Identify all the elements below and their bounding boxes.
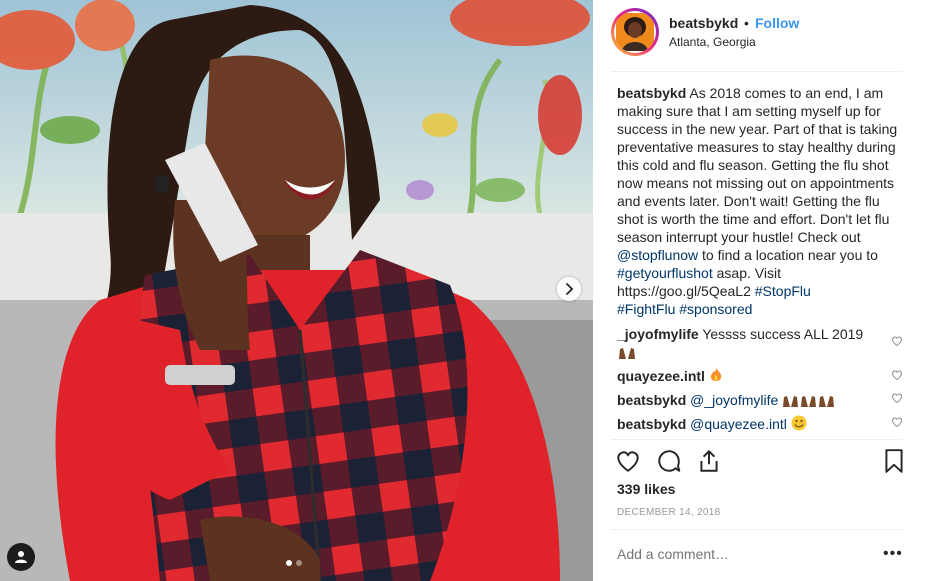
more-icon[interactable]: ••• (883, 545, 903, 563)
header-separator: • (744, 15, 749, 31)
post-caption: beatsbykd As 2018 comes to an end, I am … (617, 84, 909, 318)
follow-button[interactable]: Follow (755, 15, 799, 31)
caption-mention[interactable]: @stopflunow (617, 247, 698, 263)
post-author-username[interactable]: beatsbykd (669, 15, 738, 31)
heart-icon[interactable] (891, 416, 903, 428)
comment-mention[interactable]: @quayezee.intl (690, 416, 787, 432)
likes-count[interactable]: 339 likes (617, 481, 675, 497)
caption-text-1: As 2018 comes to an end, I am making sur… (617, 85, 898, 245)
chevron-right-icon (566, 283, 574, 295)
comment-username[interactable]: quayezee.intl (617, 368, 705, 384)
carousel-dot (296, 560, 302, 566)
post-actions (615, 448, 907, 476)
caption-hashtag-sponsored[interactable]: #sponsored (679, 301, 752, 317)
post-header: beatsbykd • Follow Atlanta, Georgia (611, 8, 903, 71)
carousel-dot-active (286, 560, 292, 566)
user-tag-icon (15, 551, 27, 563)
comment-text: Yessss success ALL 2019 (698, 326, 864, 342)
next-photo-button[interactable] (557, 277, 581, 301)
comment-mention[interactable]: @_joyofmylife (690, 392, 778, 408)
heart-icon[interactable] (891, 369, 903, 381)
post-details-panel: beatsbykd • Follow Atlanta, Georgia beat… (593, 0, 925, 581)
avatar-image (614, 11, 656, 53)
avatar[interactable] (611, 8, 659, 56)
comment-item: quayezee.intl (617, 367, 887, 385)
comment-username[interactable]: beatsbykd (617, 416, 686, 432)
header-divider (611, 71, 903, 72)
comment-username[interactable]: _joyofmylife (617, 326, 699, 342)
fire-emoji (710, 368, 722, 381)
comment-item: _joyofmylife Yessss success ALL 2019 (617, 325, 887, 361)
caption-hashtag-getyourflushot[interactable]: #getyourflushot (617, 265, 713, 281)
add-comment-input[interactable] (617, 546, 867, 562)
comment-username[interactable]: beatsbykd (617, 392, 686, 408)
comment-icon[interactable] (656, 448, 682, 474)
post-location[interactable]: Atlanta, Georgia (669, 35, 756, 49)
heart-icon[interactable] (615, 448, 641, 474)
raised-hands-emoji (619, 348, 635, 359)
photo-scene (0, 0, 593, 581)
comments-divider (611, 439, 903, 440)
comment-item: beatsbykd @quayezee.intl (617, 415, 887, 433)
heart-icon[interactable] (891, 392, 903, 404)
carousel-indicator (286, 560, 302, 566)
caption-username[interactable]: beatsbykd (617, 85, 686, 101)
raised-hands-emoji-x3 (783, 396, 835, 407)
heart-icon[interactable] (891, 335, 903, 347)
comment-box-divider (611, 529, 903, 530)
bookmark-icon[interactable] (881, 448, 907, 474)
post-photo[interactable] (0, 0, 593, 581)
share-icon[interactable] (696, 448, 722, 474)
caption-hashtag-stopflu[interactable]: #StopFlu (755, 283, 811, 299)
avatar-photo (616, 13, 654, 51)
caption-hashtag-fightflu[interactable]: #FightFlu (617, 301, 675, 317)
smile-emoji (791, 415, 807, 431)
user-tags-button[interactable] (7, 543, 35, 571)
instagram-post: beatsbykd • Follow Atlanta, Georgia beat… (0, 0, 925, 581)
caption-text-2: to find a location near you to (698, 247, 878, 263)
comment-item: beatsbykd @_joyofmylife (617, 391, 887, 409)
post-date: DECEMBER 14, 2018 (617, 507, 721, 518)
